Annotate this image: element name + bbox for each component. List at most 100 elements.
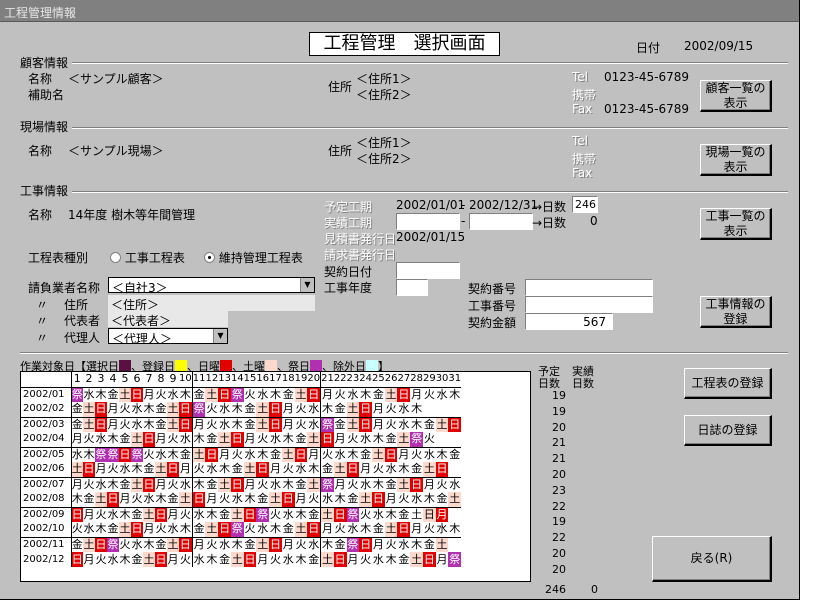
day-cell[interactable]: 金 bbox=[372, 522, 385, 538]
day-cell[interactable]: 木 bbox=[179, 387, 193, 402]
day-cell[interactable]: 土 bbox=[143, 552, 155, 567]
day-cell[interactable]: 水 bbox=[244, 447, 257, 462]
day-cell[interactable]: 木 bbox=[347, 447, 360, 462]
day-cell[interactable]: 日 bbox=[243, 507, 257, 522]
day-cell[interactable]: 土 bbox=[346, 417, 360, 432]
day-cell[interactable]: 金 bbox=[155, 537, 167, 552]
day-cell[interactable]: 祭 bbox=[256, 507, 270, 522]
day-cell[interactable]: 火 bbox=[334, 387, 347, 402]
day-cell[interactable]: 水 bbox=[448, 477, 461, 492]
day-cell[interactable]: 火 bbox=[423, 387, 436, 402]
day-cell[interactable]: 日 bbox=[307, 522, 322, 538]
day-cell[interactable]: 金 bbox=[269, 447, 282, 462]
day-cell[interactable]: 金 bbox=[244, 417, 257, 432]
day-cell[interactable]: 金 bbox=[423, 417, 436, 432]
day-cell[interactable]: 木 bbox=[320, 402, 334, 418]
day-cell[interactable]: 月 bbox=[423, 477, 436, 492]
day-cell[interactable]: 火 bbox=[83, 477, 95, 492]
day-cell[interactable]: 日 bbox=[71, 552, 83, 567]
day-cell[interactable]: 水 bbox=[294, 462, 308, 478]
day-cell[interactable]: 水 bbox=[410, 492, 423, 508]
day-cell[interactable]: 木 bbox=[205, 552, 218, 567]
day-cell[interactable]: 木 bbox=[231, 417, 244, 432]
day-cell[interactable]: 日 bbox=[269, 537, 282, 552]
day-cell[interactable]: 月 bbox=[320, 522, 334, 538]
day-cell[interactable]: 水 bbox=[256, 387, 269, 402]
day-cell[interactable]: 土 bbox=[307, 432, 322, 448]
day-cell[interactable]: 火 bbox=[143, 447, 155, 462]
day-cell[interactable]: 土 bbox=[205, 387, 219, 402]
day-cell[interactable]: 月 bbox=[359, 462, 373, 478]
day-cell[interactable]: 金 bbox=[294, 432, 308, 448]
day-cell[interactable]: 土 bbox=[167, 537, 179, 552]
day-cell[interactable]: 水 bbox=[435, 522, 449, 538]
day-cell[interactable]: 月 bbox=[334, 477, 347, 492]
day-cell[interactable]: 日 bbox=[372, 492, 385, 508]
day-cell[interactable]: 金 bbox=[205, 432, 219, 448]
day-cell[interactable]: 土 bbox=[307, 477, 322, 492]
day-cell[interactable]: 木 bbox=[397, 462, 411, 478]
day-cell[interactable]: 土 bbox=[230, 507, 244, 522]
day-cell[interactable]: 土 bbox=[320, 507, 334, 522]
day-cell[interactable]: 水 bbox=[307, 417, 322, 432]
day-cell[interactable]: 水 bbox=[179, 432, 193, 448]
actual-start-field[interactable] bbox=[396, 213, 460, 230]
day-cell[interactable]: 火 bbox=[359, 507, 372, 522]
day-cell[interactable]: 金 bbox=[385, 477, 398, 492]
day-cell[interactable]: 金 bbox=[397, 552, 410, 567]
day-cell[interactable]: 木 bbox=[321, 537, 334, 552]
day-cell[interactable]: 日 bbox=[294, 447, 308, 462]
day-cell[interactable]: 火 bbox=[131, 492, 143, 508]
day-cell[interactable]: 金 bbox=[192, 387, 205, 402]
contractor-agent-select[interactable]: ＜代理人＞ ▼ bbox=[108, 328, 228, 346]
day-cell[interactable]: 日 bbox=[281, 492, 295, 508]
day-cell[interactable]: 日 bbox=[333, 552, 347, 567]
day-cell[interactable]: 日 bbox=[359, 537, 373, 552]
day-cell[interactable]: 火 bbox=[256, 477, 269, 492]
day-cell[interactable]: 金 bbox=[179, 447, 193, 462]
day-cell[interactable]: 祭 bbox=[71, 387, 83, 402]
day-cell[interactable]: 水 bbox=[218, 417, 231, 432]
day-cell[interactable]: 水 bbox=[131, 537, 143, 552]
day-cell[interactable]: 火 bbox=[333, 522, 347, 538]
day-cell[interactable]: 水 bbox=[423, 447, 436, 462]
day-cell[interactable]: 金 bbox=[307, 552, 322, 567]
day-cell[interactable]: 水 bbox=[119, 462, 131, 478]
day-cell[interactable]: 火 bbox=[385, 537, 398, 552]
day-cell[interactable]: 土 bbox=[167, 402, 179, 418]
day-cell[interactable]: 金 bbox=[448, 447, 461, 462]
day-cell[interactable]: 木 bbox=[436, 447, 449, 462]
day-cell[interactable]: 水 bbox=[95, 477, 107, 492]
day-cell[interactable]: 水 bbox=[397, 417, 410, 432]
day-cell[interactable]: 金 bbox=[71, 537, 83, 552]
day-cell[interactable]: 水 bbox=[95, 432, 107, 448]
day-cell[interactable]: 日 bbox=[448, 417, 462, 432]
day-cell[interactable]: 木 bbox=[107, 432, 119, 448]
day-cell[interactable]: 土 bbox=[205, 522, 219, 538]
day-cell[interactable]: 木 bbox=[155, 492, 167, 508]
day-cell[interactable]: 日 bbox=[218, 522, 231, 538]
day-cell[interactable]: 木 bbox=[119, 552, 131, 567]
customer-list-button[interactable]: 顧客一覧の 表示 bbox=[700, 80, 772, 112]
day-cell[interactable]: 日 bbox=[95, 417, 107, 432]
day-cell[interactable]: 土 bbox=[119, 522, 131, 538]
day-cell[interactable]: 木 bbox=[143, 537, 155, 552]
day-cell[interactable]: 金 bbox=[131, 552, 143, 567]
day-cell[interactable]: 土 bbox=[131, 432, 143, 448]
day-cell[interactable]: 火 bbox=[231, 447, 244, 462]
day-cell[interactable]: 木 bbox=[192, 432, 206, 448]
day-cell[interactable]: 月 bbox=[282, 417, 295, 432]
day-cell[interactable]: 木 bbox=[448, 387, 461, 402]
day-cell[interactable]: 祭 bbox=[107, 447, 119, 462]
day-cell[interactable]: 土 bbox=[294, 387, 308, 402]
day-cell[interactable]: 金 bbox=[143, 462, 155, 478]
day-cell[interactable]: 金 bbox=[307, 507, 322, 522]
day-cell[interactable]: 土 bbox=[155, 462, 167, 478]
day-cell[interactable]: 木 bbox=[167, 447, 179, 462]
day-cell[interactable]: 土 bbox=[256, 402, 270, 418]
day-cell[interactable]: 金 bbox=[410, 462, 423, 478]
day-cell[interactable]: 土 bbox=[179, 492, 193, 508]
day-cell[interactable]: 水 bbox=[282, 507, 295, 522]
day-cell[interactable]: 日 bbox=[230, 477, 244, 492]
day-cell[interactable]: 祭 bbox=[230, 387, 244, 402]
